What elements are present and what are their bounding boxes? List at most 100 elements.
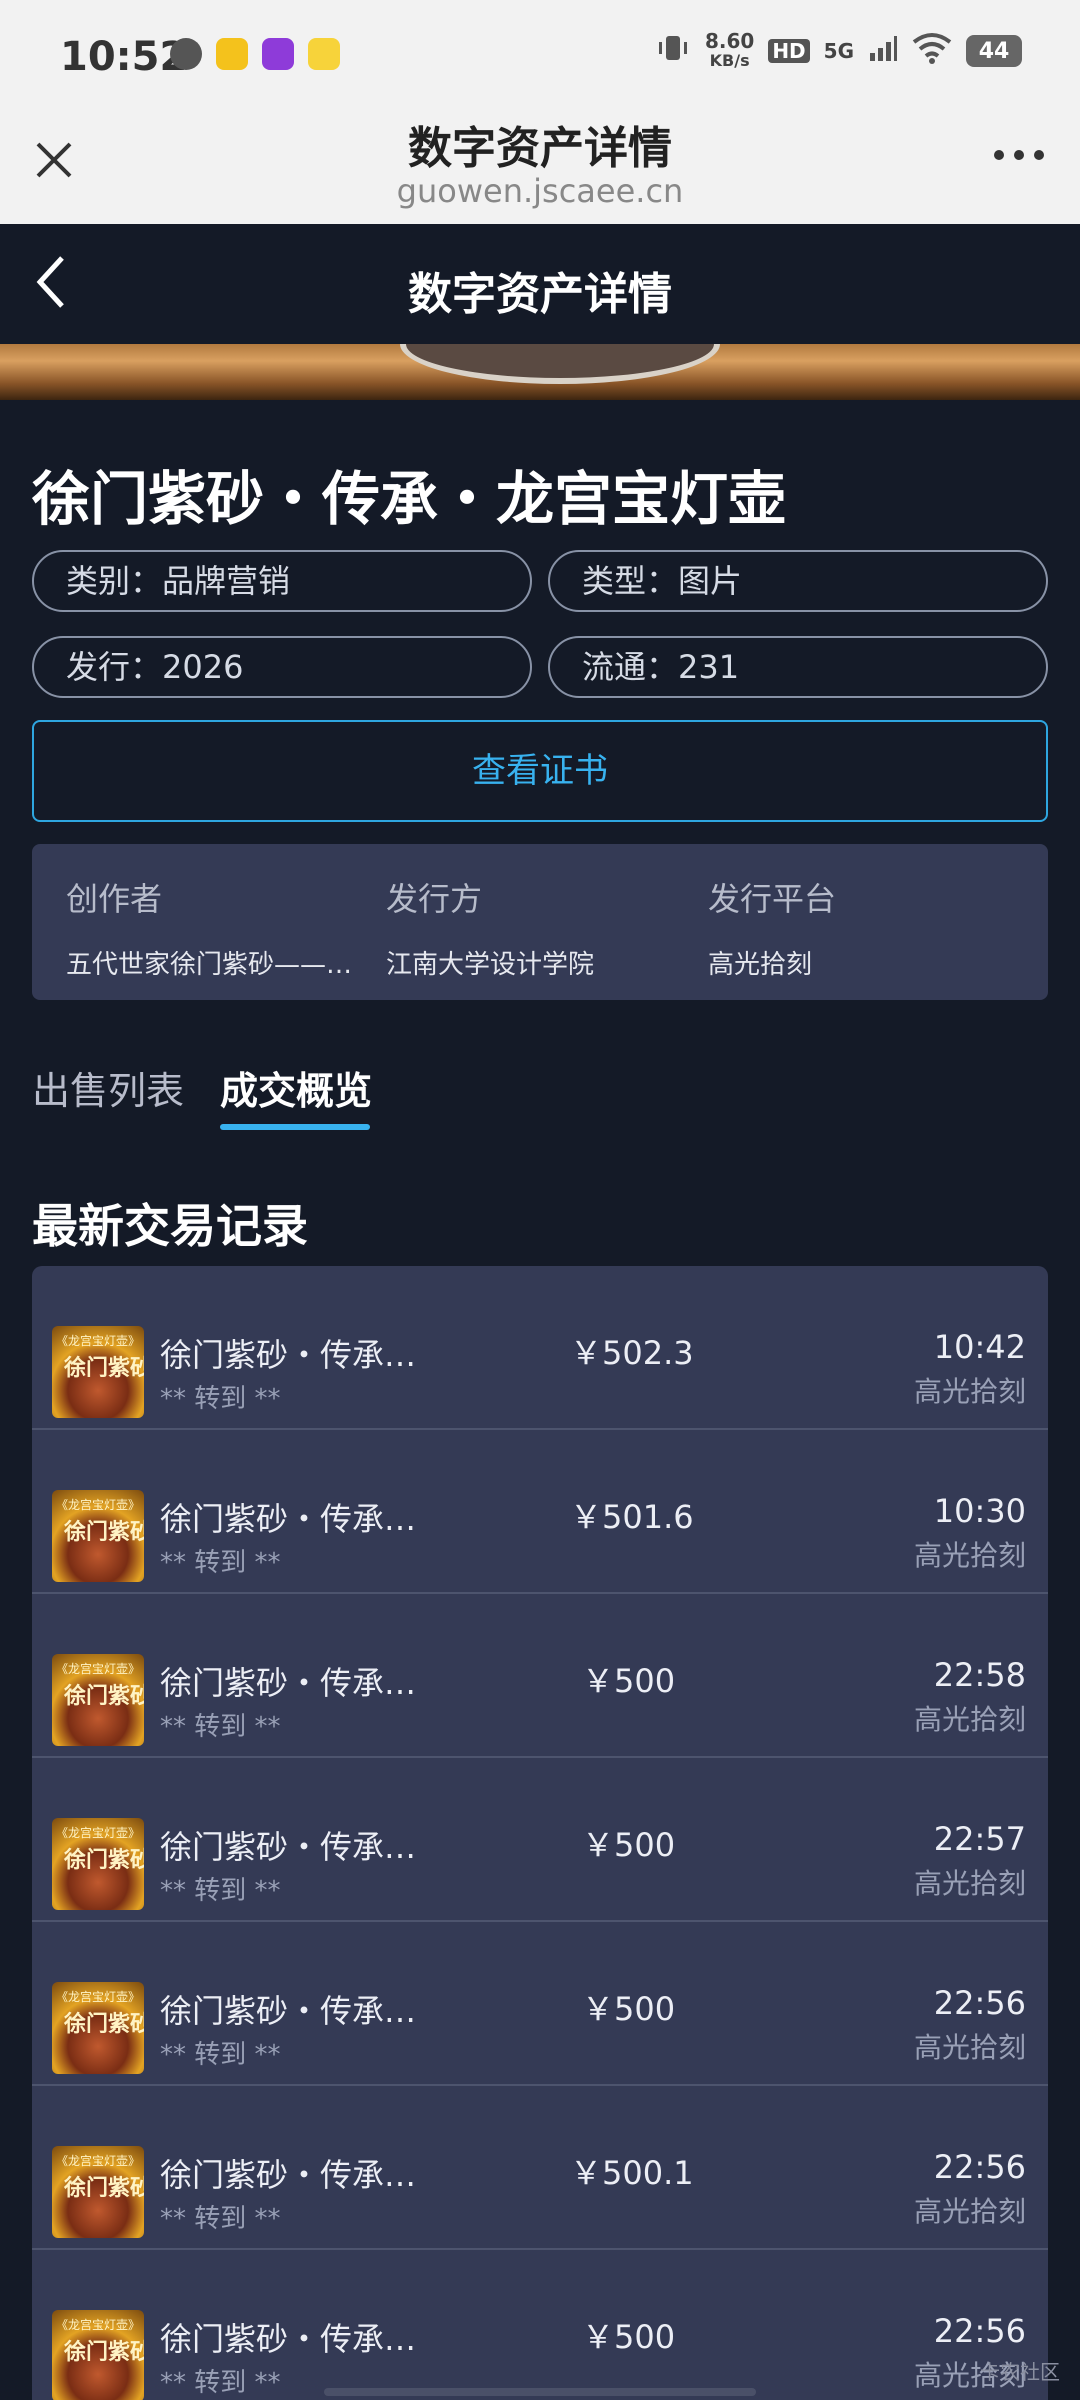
app-icon-yellow <box>216 38 248 70</box>
transaction-platform: 高光拾刻 <box>913 1375 1026 1408</box>
transaction-price: ￥501.6 <box>570 1498 694 1536</box>
transaction-asset-name: 徐门紫砂・传承… <box>160 2156 417 2194</box>
status-bar: 10:52 8.60 KB/s HD 5G 44 <box>0 0 1080 112</box>
asset-thumbnail: 《龙宫宝灯壶》徐门紫砂 <box>52 1326 144 1418</box>
transaction-row[interactable]: 《龙宫宝灯壶》徐门紫砂 徐门紫砂・传承… ** 转到 ** ￥501.6 10:… <box>32 1430 1048 1594</box>
circulation-chip: 流通：231 <box>548 636 1048 698</box>
transaction-asset-name: 徐门紫砂・传承… <box>160 1828 417 1866</box>
vibrate-icon <box>655 30 691 72</box>
transaction-time: 10:42 <box>933 1328 1026 1366</box>
transaction-price: ￥500 <box>582 1662 676 1700</box>
transaction-time: 22:56 <box>933 2148 1026 2186</box>
view-certificate-button[interactable]: 查看证书 <box>32 720 1048 822</box>
transaction-platform: 高光拾刻 <box>913 1867 1026 1900</box>
asset-thumbnail: 《龙宫宝灯壶》徐门紫砂 <box>52 2310 144 2400</box>
transaction-asset-name: 徐门紫砂・传承… <box>160 1336 417 1374</box>
status-right: 8.60 KB/s HD 5G 44 <box>655 30 1022 72</box>
platform-info: 发行平台 高光拾刻 <box>708 874 998 981</box>
thumb-title: 徐门紫砂 <box>64 1520 144 1545</box>
thumb-caption: 《龙宫宝灯壶》 <box>56 1334 141 1348</box>
transaction-time: 22:56 <box>933 2312 1026 2350</box>
thumb-caption: 《龙宫宝灯壶》 <box>56 2318 141 2332</box>
issuer-info: 发行方 江南大学设计学院 <box>386 874 676 981</box>
transaction-transfer: ** 转到 ** <box>160 2368 281 2398</box>
transaction-row[interactable]: 《龙宫宝灯壶》 徐门紫砂 徐门紫砂・传承… ** 转到 ** ￥500 22:58… <box>32 1594 1048 1758</box>
type-chip: 类型：图片 <box>548 550 1048 612</box>
thumb-caption: 《龙宫宝灯壶》 <box>56 1498 141 1512</box>
asset-thumbnail: 《龙宫宝灯壶》徐门紫砂 <box>52 1654 144 1746</box>
transaction-time: 22:57 <box>933 1820 1026 1858</box>
app-icon-rabbit <box>308 38 340 70</box>
watermark: 卡农社区 <box>980 2360 1060 2384</box>
browser-toolbar: 数字资产详情 guowen.jscaee.cn <box>0 112 1080 224</box>
status-time: 10:52 <box>60 34 188 80</box>
chat-icon <box>170 38 202 70</box>
transaction-price: ￥500 <box>582 2318 676 2356</box>
tab-overview[interactable]: 成交概览 <box>220 1060 372 1115</box>
transaction-asset-name: 徐门紫砂・传承… <box>160 1500 417 1538</box>
transaction-asset-name: 徐门紫砂・传承… <box>160 2320 417 2358</box>
platform-value: 高光拾刻 <box>708 950 813 980</box>
net-speed: 8.60 KB/s <box>705 31 754 71</box>
transaction-asset-name: 徐门紫砂・传承… <box>160 1992 417 2030</box>
asset-thumbnail: 《龙宫宝灯壶》徐门紫砂 <box>52 1490 144 1582</box>
thumb-caption: 《龙宫宝灯壶》 <box>56 1826 141 1840</box>
thumb-caption: 《龙宫宝灯壶》 <box>56 2154 141 2168</box>
thumb-caption: 《龙宫宝灯壶》 <box>56 1662 141 1676</box>
thumb-title: 徐门紫砂 <box>64 2340 144 2365</box>
creator-info: 创作者 五代世家徐门紫砂——… <box>66 874 356 981</box>
issuer-info-panel: 创作者 五代世家徐门紫砂——… 发行方 江南大学设计学院 发行平台 高光拾刻 <box>32 844 1048 1000</box>
transaction-platform: 高光拾刻 <box>913 2031 1026 2064</box>
hd-badge: HD <box>768 39 810 63</box>
browser-title: 数字资产详情 <box>408 123 672 174</box>
transaction-transfer: ** 转到 ** <box>160 1548 281 1578</box>
creator-label: 创作者 <box>66 880 163 918</box>
section-title: 最新交易记录 <box>32 1199 308 1253</box>
transaction-row[interactable]: 《龙宫宝灯壶》 徐门紫砂 徐门紫砂・传承… ** 转到 ** ￥500 22:56… <box>32 1922 1048 2086</box>
transaction-row[interactable]: 《龙宫宝灯壶》 徐门紫砂 徐门紫砂・传承… ** 转到 ** ￥502.3 10:… <box>32 1266 1048 1430</box>
issuer-value: 江南大学设计学院 <box>386 950 595 980</box>
issuer-label: 发行方 <box>386 880 483 918</box>
asset-thumbnail: 《龙宫宝灯壶》徐门紫砂 <box>52 2146 144 2238</box>
network-label: 5G <box>823 39 854 63</box>
transaction-platform: 高光拾刻 <box>913 2195 1026 2228</box>
transaction-time: 22:56 <box>933 1984 1026 2022</box>
thumb-title: 徐门紫砂 <box>64 1684 144 1709</box>
wifi-icon <box>912 32 952 70</box>
platform-label: 发行平台 <box>708 880 837 918</box>
transaction-transfer: ** 转到 ** <box>160 1876 281 1906</box>
transaction-time: 10:30 <box>933 1492 1026 1530</box>
transaction-row[interactable]: 《龙宫宝灯壶》徐门紫砂 徐门紫砂・传承… ** 转到 ** ￥500 22:56… <box>32 2250 1048 2400</box>
thumb-caption: 《龙宫宝灯壶》 <box>56 1990 141 2004</box>
more-icon[interactable] <box>994 150 1044 160</box>
browser-url: guowen.jscaee.cn <box>396 172 684 210</box>
thumb-title: 徐门紫砂 <box>64 2012 144 2037</box>
transaction-price: ￥500.1 <box>570 2154 694 2192</box>
transaction-row[interactable]: 《龙宫宝灯壶》徐门紫砂 徐门紫砂・传承… ** 转到 ** ￥500.1 22:… <box>32 2086 1048 2250</box>
page-title: 数字资产详情 <box>408 269 672 320</box>
transaction-transfer: ** 转到 ** <box>160 1712 281 1742</box>
creator-value: 五代世家徐门紫砂——… <box>66 950 353 980</box>
transaction-transfer: ** 转到 ** <box>160 2204 281 2234</box>
thumb-title: 徐门紫砂 <box>64 1356 144 1381</box>
notification-icons <box>170 38 340 70</box>
asset-banner-image <box>0 344 1080 400</box>
tab-sale-list[interactable]: 出售列表 <box>32 1060 184 1115</box>
category-chip: 类别：品牌营销 <box>32 550 532 612</box>
battery-icon: 44 <box>966 35 1022 67</box>
transaction-row[interactable]: 《龙宫宝灯壶》 徐门紫砂 徐门紫砂・传承… ** 转到 ** ￥500 22:57… <box>32 1758 1048 1922</box>
net-speed-value: 8.60 <box>704 29 755 53</box>
transaction-transfer: ** 转到 ** <box>160 1384 281 1414</box>
transaction-price: ￥500 <box>582 1990 676 2028</box>
net-speed-unit: KB/s <box>709 51 750 70</box>
transaction-time: 22:58 <box>933 1656 1026 1694</box>
transaction-list: 《龙宫宝灯壶》 徐门紫砂 徐门紫砂・传承… ** 转到 ** ￥502.3 10:… <box>32 1266 1048 2400</box>
home-indicator[interactable] <box>324 2388 756 2396</box>
transaction-price: ￥500 <box>582 1826 676 1864</box>
signal-icon <box>868 33 898 69</box>
thumb-title: 徐门紫砂 <box>64 2176 144 2201</box>
transaction-platform: 高光拾刻 <box>913 1703 1026 1736</box>
asset-thumbnail: 《龙宫宝灯壶》徐门紫砂 <box>52 1982 144 2074</box>
asset-thumbnail: 《龙宫宝灯壶》 徐门紫砂 <box>52 1818 144 1910</box>
active-tab-indicator <box>220 1124 370 1130</box>
